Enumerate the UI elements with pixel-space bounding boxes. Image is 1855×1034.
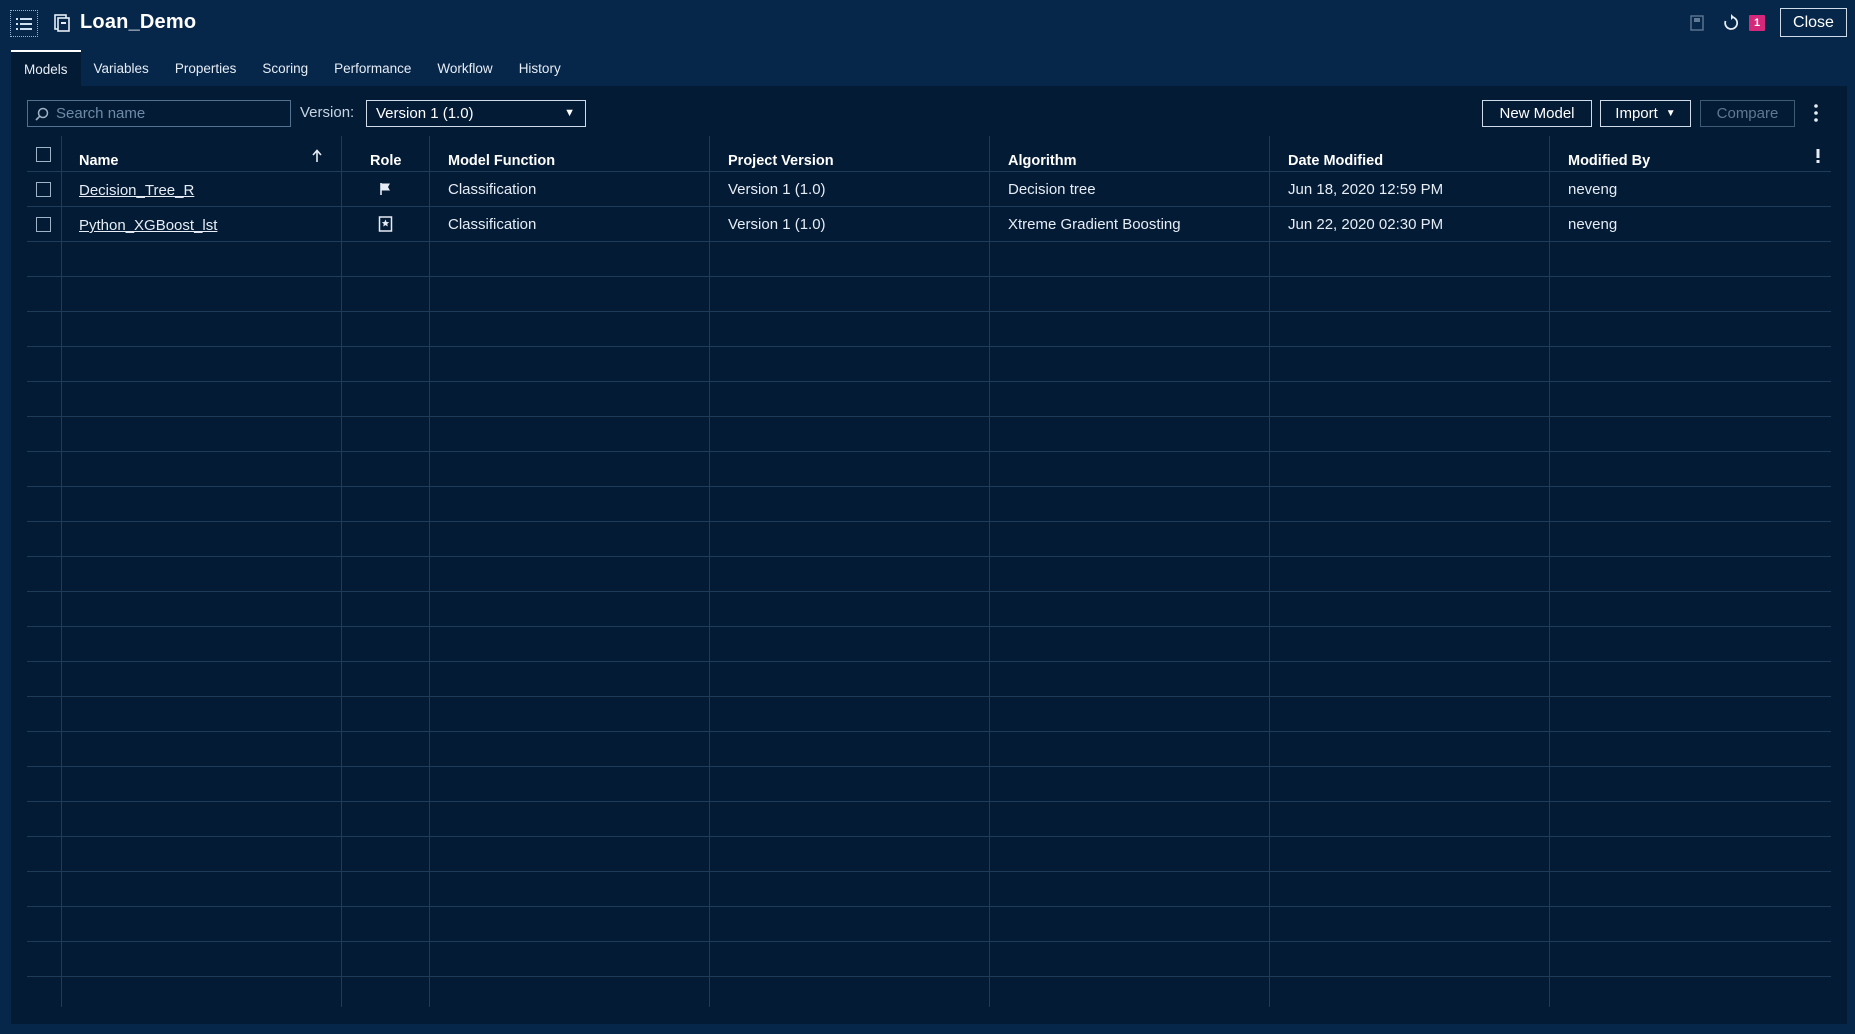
row-divider xyxy=(27,486,1831,487)
column-header-role[interactable]: Role xyxy=(370,153,401,169)
header-divider xyxy=(27,171,1831,172)
save-icon[interactable] xyxy=(1688,14,1706,32)
models-panel: Version: Version 1 (1.0) ▼ New Model Imp… xyxy=(11,86,1847,1024)
row-divider xyxy=(27,521,1831,522)
column-header-algorithm[interactable]: Algorithm xyxy=(1008,153,1076,169)
cell-model-function: Classification xyxy=(448,216,537,233)
row-divider xyxy=(27,801,1831,802)
row-divider xyxy=(27,381,1831,382)
column-divider xyxy=(1549,136,1550,1007)
table-row-name-link[interactable]: Decision_Tree_R xyxy=(79,182,194,199)
column-header-project-version[interactable]: Project Version xyxy=(728,153,834,169)
title-bar: Loan_Demo 1 Close xyxy=(0,0,1855,48)
cell-date-modified: Jun 18, 2020 12:59 PM xyxy=(1288,181,1444,198)
caret-down-icon: ▼ xyxy=(564,107,575,119)
row-divider xyxy=(27,836,1831,837)
version-dropdown-value: Version 1 (1.0) xyxy=(376,105,474,122)
tab-variables[interactable]: Variables xyxy=(81,50,162,86)
column-divider xyxy=(61,136,62,1007)
column-divider xyxy=(1269,136,1270,1007)
column-divider xyxy=(429,136,430,1007)
cell-project-version: Version 1 (1.0) xyxy=(728,216,826,233)
column-header-modified-by[interactable]: Modified By xyxy=(1568,153,1650,169)
row-divider xyxy=(27,416,1831,417)
row-divider xyxy=(27,206,1831,207)
tab-history[interactable]: History xyxy=(506,50,574,86)
cell-algorithm: Decision tree xyxy=(1008,181,1096,198)
row-divider xyxy=(27,556,1831,557)
column-header-name[interactable]: Name xyxy=(79,153,119,169)
model-name-link[interactable]: Python_XGBoost_lst xyxy=(79,217,217,234)
row-divider xyxy=(27,591,1831,592)
cell-date-modified: Jun 22, 2020 02:30 PM xyxy=(1288,216,1444,233)
row-checkbox[interactable] xyxy=(36,182,51,197)
search-icon xyxy=(35,107,49,121)
tab-properties[interactable]: Properties xyxy=(162,50,250,86)
row-divider xyxy=(27,311,1831,312)
project-tabs: Models Variables Properties Scoring Perf… xyxy=(11,50,574,86)
caret-down-icon: ▼ xyxy=(1665,108,1676,119)
models-table: Name Role Model Function Project Version… xyxy=(27,136,1831,1007)
list-menu-icon xyxy=(16,17,32,30)
row-divider xyxy=(27,976,1831,977)
tab-scoring[interactable]: Scoring xyxy=(249,50,321,86)
column-divider xyxy=(709,136,710,1007)
version-label: Version: xyxy=(300,104,355,121)
row-checkbox[interactable] xyxy=(36,217,51,232)
refresh-icon[interactable] xyxy=(1722,14,1740,32)
row-divider xyxy=(27,731,1831,732)
search-box xyxy=(27,100,291,127)
row-divider xyxy=(27,241,1831,242)
column-divider xyxy=(341,136,342,1007)
column-options-icon[interactable] xyxy=(1814,148,1822,164)
row-divider xyxy=(27,346,1831,347)
close-button[interactable]: Close xyxy=(1780,8,1847,37)
compare-button[interactable]: Compare xyxy=(1700,100,1795,127)
more-options-icon[interactable] xyxy=(1810,102,1822,124)
row-divider xyxy=(27,941,1831,942)
row-divider xyxy=(27,451,1831,452)
app-menu-button[interactable] xyxy=(10,10,38,37)
column-header-model-function[interactable]: Model Function xyxy=(448,153,555,169)
flag-icon xyxy=(380,183,390,195)
version-dropdown[interactable]: Version 1 (1.0) ▼ xyxy=(366,100,586,127)
project-title: Loan_Demo xyxy=(80,11,197,33)
import-button-label: Import xyxy=(1615,105,1658,122)
row-divider xyxy=(27,906,1831,907)
row-divider xyxy=(27,871,1831,872)
column-divider xyxy=(989,136,990,1007)
cell-modified-by: neveng xyxy=(1568,216,1618,233)
app-window: Loan_Demo 1 Close Models Variables Prope… xyxy=(0,0,1855,1034)
select-all-checkbox[interactable] xyxy=(36,147,51,162)
sort-ascending-icon[interactable] xyxy=(311,149,323,163)
tab-models[interactable]: Models xyxy=(11,50,81,86)
row-divider xyxy=(27,696,1831,697)
model-name-link[interactable]: Decision_Tree_R xyxy=(79,182,194,199)
table-row-name-link[interactable]: Python_XGBoost_lst xyxy=(79,217,217,234)
row-divider xyxy=(27,626,1831,627)
cell-algorithm: Xtreme Gradient Boosting xyxy=(1008,216,1181,233)
column-header-date-modified[interactable]: Date Modified xyxy=(1288,153,1383,169)
search-input[interactable] xyxy=(56,105,276,122)
cell-model-function: Classification xyxy=(448,181,537,198)
tab-workflow[interactable]: Workflow xyxy=(424,50,505,86)
row-divider xyxy=(27,276,1831,277)
cell-modified-by: neveng xyxy=(1568,181,1618,198)
champion-bookmark-icon xyxy=(378,216,393,232)
new-model-button[interactable]: New Model xyxy=(1482,100,1592,127)
project-icon xyxy=(54,14,70,32)
cell-project-version: Version 1 (1.0) xyxy=(728,181,826,198)
notification-badge[interactable]: 1 xyxy=(1749,15,1765,31)
tab-performance[interactable]: Performance xyxy=(321,50,424,86)
import-button[interactable]: Import ▼ xyxy=(1600,100,1691,127)
row-divider xyxy=(27,766,1831,767)
row-divider xyxy=(27,661,1831,662)
